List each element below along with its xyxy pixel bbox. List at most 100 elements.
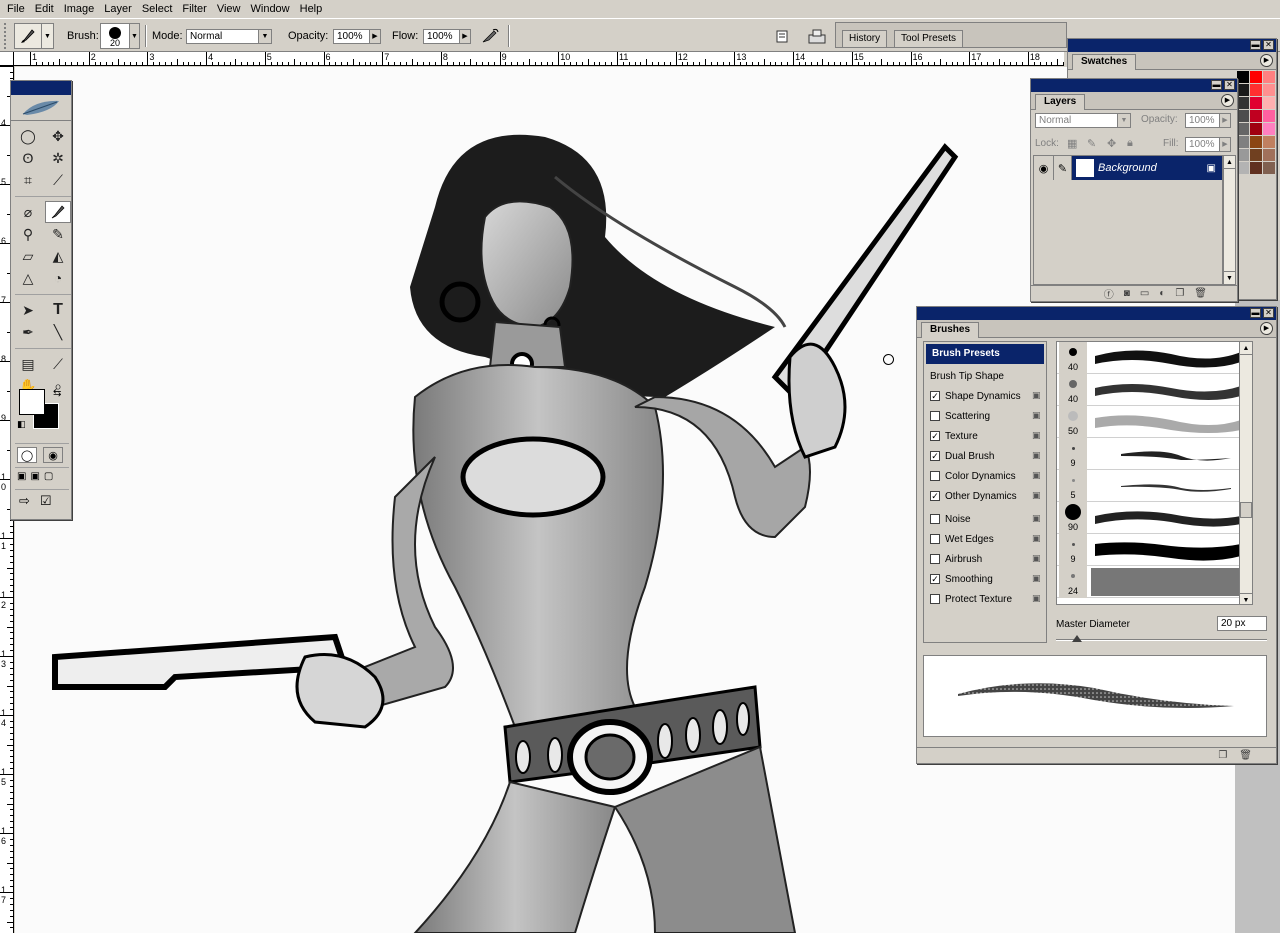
checkbox[interactable]: ✓ (930, 451, 940, 461)
minimize-icon[interactable]: ▬ (1250, 308, 1261, 318)
swatch-color[interactable] (1263, 136, 1275, 148)
magic-wand-icon[interactable]: ✲ (45, 147, 71, 169)
swatch-color[interactable] (1237, 97, 1249, 109)
close-icon[interactable]: ✕ (1263, 308, 1274, 318)
eraser-tool-icon[interactable]: ▱ (15, 245, 41, 267)
swatch-color[interactable] (1250, 162, 1262, 174)
chevron-right-icon[interactable]: ▶ (459, 30, 470, 43)
trash-icon[interactable]: 🗑︎ (1194, 288, 1207, 299)
notes-tool-icon[interactable]: ▤ (15, 353, 41, 375)
type-tool-icon[interactable]: T (45, 299, 71, 321)
lock-icon[interactable]: ▣ (1032, 470, 1042, 481)
tab-history[interactable]: History (842, 30, 888, 47)
healing-brush-icon[interactable]: ⌀ (15, 201, 41, 223)
options-bar-grip[interactable] (4, 23, 10, 49)
swatch-color[interactable] (1250, 136, 1262, 148)
brush-option-smoothing[interactable]: ✓ Smoothing ▣ (924, 569, 1046, 589)
brush-tool-icon[interactable] (45, 201, 71, 223)
brush-presets-item[interactable]: Brush Presets (926, 344, 1044, 364)
default-colors-icon[interactable]: ◧ (17, 419, 26, 430)
layers-scrollbar[interactable]: ▲ ▼ (1223, 155, 1236, 285)
swatches-titlebar[interactable]: ▬ ✕ (1068, 39, 1276, 52)
menu-file[interactable]: File (2, 0, 30, 18)
checkbox[interactable]: ✓ (930, 391, 940, 401)
lock-all-icon[interactable]: 🔒︎ (1127, 137, 1133, 150)
brushes-titlebar[interactable]: ▬ ✕ (917, 307, 1276, 320)
chevron-down-icon[interactable]: ▼ (1240, 593, 1252, 604)
new-layer-icon[interactable]: ❐ (1175, 288, 1184, 299)
minimize-icon[interactable]: ▬ (1211, 80, 1222, 90)
opacity-input[interactable]: 100% ▶ (333, 29, 381, 44)
layer-row-background[interactable]: ◉ ✎ Background ▣ (1034, 156, 1222, 180)
swatch-color[interactable] (1263, 71, 1275, 83)
brush-option-noise[interactable]: Noise ▣ (924, 509, 1046, 529)
chevron-down-icon[interactable]: ▼ (129, 24, 139, 48)
checkbox[interactable]: ✓ (930, 491, 940, 501)
menu-image[interactable]: Image (59, 0, 100, 18)
swatch-color[interactable] (1250, 84, 1262, 96)
brush-tip-shape-item[interactable]: Brush Tip Shape (924, 366, 1046, 386)
palette-menu-icon[interactable]: ▶ (1260, 54, 1273, 67)
lock-image-icon[interactable]: ✎ (1087, 137, 1096, 150)
brush-option-color-dynamics[interactable]: Color Dynamics ▣ (924, 466, 1046, 486)
checkbox[interactable]: ✓ (930, 574, 940, 584)
marquee-tool-icon[interactable]: ◯ (15, 125, 41, 147)
swatch-color[interactable] (1263, 84, 1275, 96)
layer-opacity-input[interactable]: 100% ▶ (1185, 113, 1231, 128)
slice-tool-icon[interactable]: ⟋ (45, 169, 71, 191)
chevron-down-icon[interactable]: ▼ (1224, 271, 1235, 284)
swatch-color[interactable] (1237, 136, 1249, 148)
lock-icon[interactable]: ▣ (1032, 430, 1042, 441)
screen-mode-full-icon[interactable]: ▢ (44, 471, 53, 482)
swatch-color[interactable] (1250, 149, 1262, 161)
stamp-tool-icon[interactable]: ⚲ (15, 223, 41, 245)
menu-view[interactable]: View (212, 0, 246, 18)
tool-preset-picker[interactable]: ▼ (14, 23, 54, 49)
menu-edit[interactable]: Edit (30, 0, 59, 18)
lock-icon[interactable]: ▣ (1032, 553, 1042, 564)
lock-transparency-icon[interactable]: ▦ (1067, 137, 1077, 150)
mode-select[interactable]: Normal ▼ (186, 29, 272, 44)
chevron-down-icon[interactable]: ▼ (41, 24, 53, 48)
menu-window[interactable]: Window (246, 0, 295, 18)
eyedropper-icon[interactable]: ⟋ (45, 353, 71, 375)
menu-help[interactable]: Help (295, 0, 328, 18)
checkbox[interactable] (930, 411, 940, 421)
chevron-up-icon[interactable]: ▲ (1224, 156, 1235, 169)
swatch-color[interactable] (1263, 123, 1275, 135)
minimize-icon[interactable]: ▬ (1250, 40, 1261, 50)
brush-presets-list[interactable]: 40 40 50 9 5 90 9 24 ▲ ▼ (1056, 341, 1253, 605)
screen-mode-menu-icon[interactable]: ▣ (30, 471, 39, 482)
blur-tool-icon[interactable]: △ (15, 267, 41, 289)
new-brush-icon[interactable]: ❐ (1218, 750, 1227, 761)
slider-knob[interactable] (1072, 635, 1082, 642)
brush-preset-item[interactable]: 90 (1057, 502, 1252, 534)
brush-preset-item[interactable]: 40 (1057, 374, 1252, 406)
lock-icon[interactable]: ▣ (1032, 410, 1042, 421)
standard-mode-icon[interactable]: ◯ (17, 447, 37, 463)
brushes-scrollbar[interactable]: ▲ ▼ (1239, 342, 1252, 604)
menu-filter[interactable]: Filter (177, 0, 211, 18)
layers-titlebar[interactable]: ▬ ✕ (1031, 79, 1237, 92)
lock-icon[interactable]: ▣ (1032, 573, 1042, 584)
jump-to-imageready-icon[interactable]: ⇨ (19, 493, 30, 509)
brush-option-scattering[interactable]: Scattering ▣ (924, 406, 1046, 426)
close-icon[interactable]: ✕ (1224, 80, 1235, 90)
lock-icon[interactable]: ▣ (1032, 533, 1042, 544)
swatch-color[interactable] (1250, 71, 1262, 83)
tab-layers[interactable]: Layers (1035, 94, 1086, 110)
eye-icon[interactable]: ◉ (1034, 156, 1054, 180)
adjustment-layer-icon[interactable]: ◐ (1159, 288, 1165, 299)
dodge-tool-icon[interactable]: ◔ (45, 267, 71, 289)
ruler-origin[interactable] (0, 52, 14, 66)
swatch-color[interactable] (1250, 97, 1262, 109)
horizontal-ruler[interactable]: 1 2 3 4 5 6 7 8 9 10 11 12 13 14 15 16 17 18 (14, 52, 1064, 66)
brush-option-texture[interactable]: ✓ Texture ▣ (924, 426, 1046, 446)
master-diameter-input[interactable]: 20 px (1217, 616, 1267, 631)
chevron-right-icon[interactable]: ▶ (1219, 114, 1230, 127)
brush-link-icon[interactable]: ✎ (1054, 156, 1072, 180)
checkbox[interactable] (930, 514, 940, 524)
swatch-color[interactable] (1237, 162, 1249, 174)
brush-preset-item[interactable]: 24 (1057, 566, 1252, 598)
master-diameter-slider[interactable] (1056, 635, 1267, 642)
